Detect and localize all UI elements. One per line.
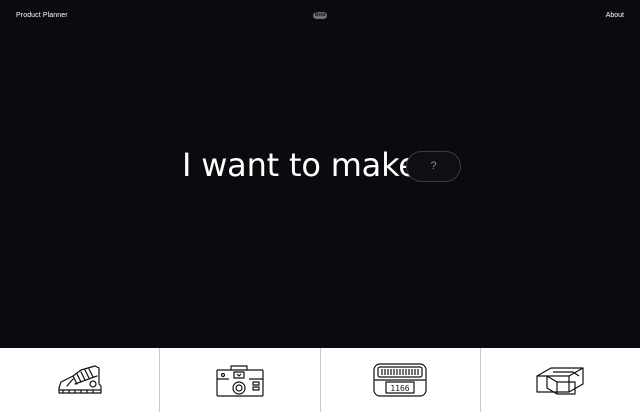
product-card-price-display[interactable]: 1166 [321, 348, 481, 412]
brand-logo-text[interactable]: Product Planner [16, 12, 68, 19]
hero-headline: I want to make [182, 146, 418, 184]
hero: I want to make ? [0, 142, 640, 192]
product-choice-pill[interactable]: ? [406, 151, 461, 182]
sneaker-icon [58, 365, 102, 394]
top-bar: Product Planner Beta About [0, 0, 640, 34]
page: Product Planner Beta About I want to mak… [0, 0, 640, 412]
beta-badge: Beta [313, 12, 327, 19]
product-cards: 1166 [0, 348, 640, 412]
product-card-camera[interactable] [160, 348, 321, 412]
product-card-sneaker[interactable] [0, 348, 161, 412]
price-display-icon: 1166 [373, 363, 427, 397]
box-icon [536, 367, 584, 395]
product-card-box[interactable] [481, 348, 640, 412]
camera-icon [216, 365, 264, 397]
about-link[interactable]: About [606, 12, 624, 19]
svg-text:1166: 1166 [390, 384, 409, 393]
